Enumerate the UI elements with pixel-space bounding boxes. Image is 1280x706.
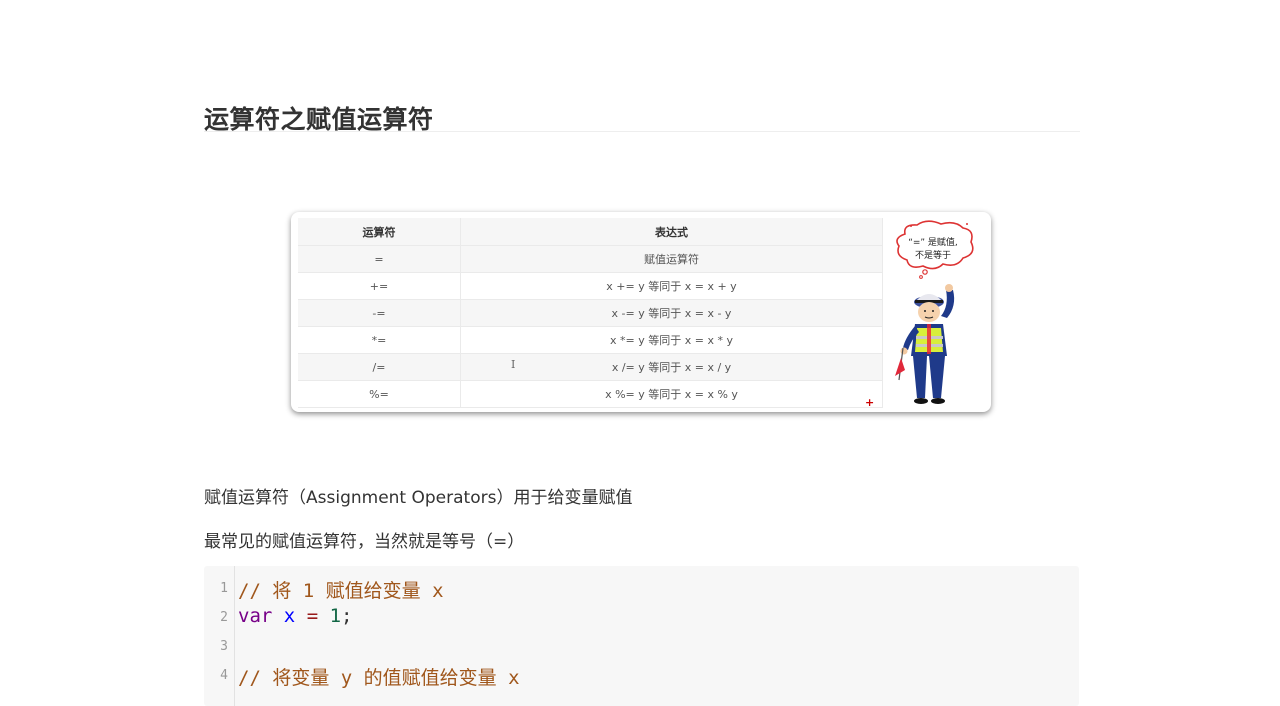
plus-mark: + xyxy=(865,396,875,409)
expression-cell: x %= y 等同于 x = x % y xyxy=(460,380,883,408)
table-row: += x += y 等同于 x = x + y xyxy=(298,272,883,300)
code-line: 2 var x = 1; xyxy=(204,603,1079,632)
officer-figure-icon xyxy=(895,284,955,404)
intro-paragraph: 赋值运算符（Assignment Operators）用于给变量赋值 xyxy=(204,488,633,508)
operator-cell: += xyxy=(298,272,461,300)
expression-cell: x -= y 等同于 x = x - y xyxy=(460,299,883,327)
code-line: 4 // 将变量 y 的值赋值给变量 x xyxy=(204,661,1079,690)
code-punctuation: ; xyxy=(341,605,353,627)
table-row: -= x -= y 等同于 x = x - y xyxy=(298,299,883,327)
line-number: 4 xyxy=(220,668,228,683)
table-row: %= x %= y 等同于 x = x % y xyxy=(298,380,883,408)
expression-cell: 赋值运算符 xyxy=(460,245,883,273)
line-number: 3 xyxy=(220,639,228,654)
operator-cell: -= xyxy=(298,299,461,327)
code-block: 1 // 将 1 赋值给变量 x 2 var x = 1; 3 4 // 将变量… xyxy=(204,566,1079,706)
text-cursor-icon: I xyxy=(511,358,516,371)
operator-cell: /= xyxy=(298,353,461,381)
table-row: *= x *= y 等同于 x = x * y xyxy=(298,326,883,354)
code-operator: = xyxy=(306,605,319,627)
operator-figure: 运算符 表达式 = 赋值运算符 += x += y 等同于 x = x + y -=… xyxy=(291,212,991,412)
heading-divider xyxy=(204,131,1080,132)
table-row: /= x /= y 等同于 x = x / y xyxy=(298,353,883,381)
code-variable: x xyxy=(283,605,296,627)
line-number: 1 xyxy=(220,581,228,596)
table-row: = 赋值运算符 xyxy=(298,245,883,273)
code-line: 3 xyxy=(204,632,1079,661)
traffic-officer-illustration: “=” 是赋值, 不是等于 xyxy=(895,220,974,404)
operator-cell: %= xyxy=(298,380,461,408)
bubble-line-2: 不是等于 xyxy=(915,249,951,261)
code-line: 1 // 将 1 赋值给变量 x xyxy=(204,574,1079,603)
bubble-line-1: “=” 是赋值, xyxy=(908,236,958,248)
operator-table: 运算符 表达式 = 赋值运算符 += x += y 等同于 x = x + y -=… xyxy=(298,218,883,408)
column-header-expression: 表达式 xyxy=(460,218,883,246)
equals-paragraph: 最常见的赋值运算符，当然就是等号（=） xyxy=(204,532,525,552)
line-number: 2 xyxy=(220,610,228,625)
code-keyword: var xyxy=(238,605,273,627)
table-header-row: 运算符 表达式 xyxy=(298,218,883,246)
code-number: 1 xyxy=(329,605,342,627)
code-comment: // 将变量 y 的值赋值给变量 x xyxy=(238,667,520,689)
operator-cell: *= xyxy=(298,326,461,354)
expression-cell: x *= y 等同于 x = x * y xyxy=(460,326,883,354)
operator-cell: = xyxy=(298,245,461,273)
column-header-operator: 运算符 xyxy=(298,218,461,246)
code-comment: // 将 1 赋值给变量 x xyxy=(238,580,444,602)
speech-bubble-icon xyxy=(896,220,974,279)
expression-cell: x += y 等同于 x = x + y xyxy=(460,272,883,300)
expression-cell: x /= y 等同于 x = x / y xyxy=(460,353,883,381)
